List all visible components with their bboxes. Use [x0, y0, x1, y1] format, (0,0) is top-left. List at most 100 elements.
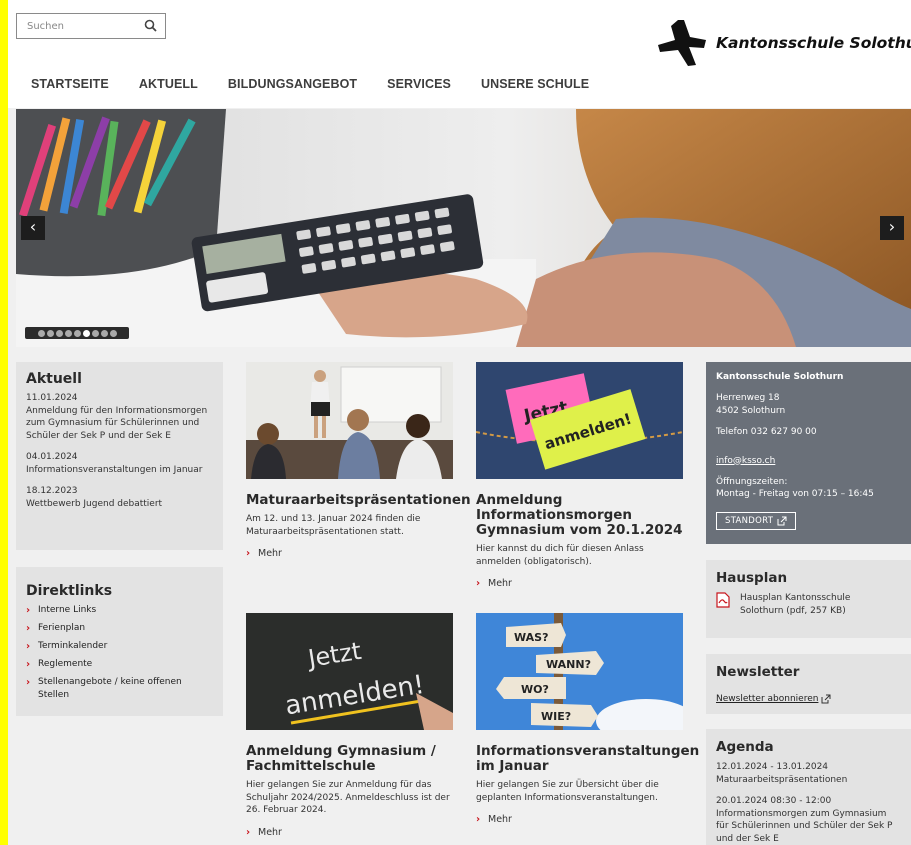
card-title-line[interactable]: im Januar	[476, 758, 549, 774]
card-title[interactable]: Anmeldung Gymnasium / Fachmittelschule	[246, 744, 453, 774]
more-link[interactable]: › Mehr	[246, 547, 453, 560]
card-title-line[interactable]: Anmeldung Gymnasium /	[246, 743, 436, 759]
more-link[interactable]: › Mehr	[476, 577, 683, 590]
header: Kantonsschule Solothurn STARTSEITE AKTUE…	[8, 0, 911, 108]
chevron-right-icon: ›	[476, 814, 481, 825]
agenda-entry[interactable]: 20.01.2024 08:30 - 12:00 Informationsmor…	[716, 795, 901, 845]
chevron-right-icon: ›	[26, 677, 31, 688]
slider-dot[interactable]	[64, 329, 72, 337]
card-image-presentation[interactable]	[246, 362, 453, 479]
more-label[interactable]: Mehr	[258, 548, 282, 559]
standort-button[interactable]: STANDORT	[716, 511, 797, 530]
newsletter-subscribe-link[interactable]: Newsletter abonnieren	[716, 694, 831, 704]
card-title-line[interactable]: Informationsveranstaltungen	[476, 743, 699, 759]
direktlink-item[interactable]: › Reglemente	[26, 658, 213, 671]
direktlink-label[interactable]: Stellenangebote / keine offenen Stellen	[38, 676, 213, 702]
more-label[interactable]: Mehr	[488, 578, 512, 589]
aktuell-date: 04.01.2024	[26, 452, 78, 462]
hausplan-file-line[interactable]: Solothurn (pdf, 257 KB)	[740, 606, 846, 616]
slider-dot[interactable]	[55, 329, 63, 337]
nav-item-startseite[interactable]: STARTSEITE	[31, 77, 109, 91]
contact-city: 4502 Solothurn	[716, 405, 786, 416]
agenda-date: 12.01.2024 - 13.01.2024	[716, 762, 829, 772]
more-label[interactable]: Mehr	[258, 827, 282, 838]
direktlink-label[interactable]: Terminkalender	[38, 640, 107, 653]
aktuell-text[interactable]: Informationsveranstaltungen im Januar	[26, 464, 213, 477]
hausplan-file-link[interactable]: Hausplan Kantonsschule Solothurn (pdf, 2…	[716, 592, 901, 617]
direktlink-label[interactable]: Ferienplan	[38, 622, 85, 635]
slider-dot[interactable]	[109, 329, 117, 337]
slider-dot[interactable]	[73, 329, 81, 337]
standort-label[interactable]: STANDORT	[725, 516, 773, 526]
more-link[interactable]: › Mehr	[246, 826, 453, 839]
hero-image	[16, 109, 911, 347]
aktuell-entry[interactable]: 11.01.2024 Anmeldung für den Information…	[26, 392, 213, 442]
hero-slider: ‹ ›	[16, 109, 911, 347]
agenda-text[interactable]: für Schülerinnen und Schüler der Sek P	[716, 820, 901, 833]
aktuell-text[interactable]: Anmeldung für den Informationsmorgen zum…	[26, 405, 213, 443]
card-image-jetzt-anmelden-notes[interactable]: Jetzt anmelden!	[476, 362, 683, 479]
chevron-right-icon: ›	[476, 578, 481, 589]
card-text: Am 12. und 13. Januar 2024 finden die Ma…	[246, 513, 453, 538]
slider-dot[interactable]	[91, 329, 99, 337]
hausplan-file-line[interactable]: Hausplan Kantonsschule	[740, 593, 850, 603]
slider-dot[interactable]	[46, 329, 54, 337]
card-text: Hier gelangen Sie zur Übersicht über die…	[476, 779, 683, 804]
agenda-entry[interactable]: 12.01.2024 - 13.01.2024 Maturaarbeitsprä…	[716, 761, 901, 786]
nav-item-bildungsangebot[interactable]: BILDUNGSANGEBOT	[228, 77, 357, 91]
contact-box: Kantonsschule Solothurn Herrenweg 18 450…	[706, 362, 911, 544]
card-title-line[interactable]: Fachmittelschule	[246, 758, 376, 774]
slider-dot[interactable]	[100, 329, 108, 337]
more-link[interactable]: › Mehr	[476, 813, 683, 826]
card-title-line[interactable]: Gymnasium vom 20.1.2024	[476, 522, 683, 538]
card-text-line: Hier gelangen Sie zur Anmeldung für das	[246, 780, 432, 790]
direktlinks-title: Direktlinks	[26, 583, 113, 599]
aktuell-title: Aktuell	[26, 371, 82, 387]
logo[interactable]: Kantonsschule Solothurn	[656, 20, 911, 66]
logo-text: Kantonsschule Solothurn	[716, 34, 911, 52]
aktuell-entry[interactable]: 04.01.2024 Informationsveranstaltungen i…	[26, 451, 213, 476]
nav-item-aktuell[interactable]: AKTUELL	[139, 77, 198, 91]
chevron-right-icon: ›	[26, 641, 31, 652]
slider-prev-button[interactable]: ‹	[21, 216, 45, 240]
agenda-text[interactable]: und der Sek E	[716, 833, 901, 845]
direktlink-item[interactable]: › Terminkalender	[26, 640, 213, 653]
nav-item-services[interactable]: SERVICES	[387, 77, 451, 91]
slider-dot[interactable]	[37, 329, 45, 337]
page: Kantonsschule Solothurn STARTSEITE AKTUE…	[8, 0, 911, 845]
image-text: WIE?	[541, 710, 571, 723]
pdf-icon	[716, 592, 730, 608]
direktlink-item[interactable]: › Ferienplan	[26, 622, 213, 635]
nav-item-unsere-schule[interactable]: UNSERE SCHULE	[481, 77, 589, 91]
search-icon[interactable]	[143, 18, 159, 34]
aktuell-text[interactable]: Wettbewerb Jugend debattiert	[26, 498, 213, 511]
agenda-text[interactable]: Maturaarbeitspräsentationen	[716, 774, 901, 787]
direktlink-item[interactable]: › Interne Links	[26, 604, 213, 617]
newsletter-link-label[interactable]: Newsletter abonnieren	[716, 694, 818, 704]
slider-next-button[interactable]: ›	[880, 216, 904, 240]
card-image-chalkboard[interactable]: Jetzt anmelden!	[246, 613, 453, 730]
card-title[interactable]: Maturaarbeitspräsentationen	[246, 493, 471, 508]
slider-dot-active[interactable]	[82, 329, 90, 337]
card-title[interactable]: Informationsveranstaltungen im Januar	[476, 744, 699, 774]
search-box[interactable]	[16, 13, 166, 39]
aktuell-entry[interactable]: 18.12.2023 Wettbewerb Jugend debattiert	[26, 485, 213, 510]
search-input[interactable]	[17, 14, 132, 39]
card-title-line[interactable]: Anmeldung	[476, 492, 562, 508]
card-title-line[interactable]: Informationsmorgen	[476, 507, 632, 523]
contact-phone: Telefon 032 627 90 00	[716, 427, 817, 437]
card-image-signpost[interactable]: WAS? WANN? WO? WIE?	[476, 613, 683, 730]
card-text-line: Schuljahr 2024/2025. Anmeldeschluss ist …	[246, 792, 450, 803]
direktlink-item[interactable]: › Stellenangebote / keine offenen Stellen	[26, 676, 213, 702]
contact-title: Kantonsschule Solothurn	[716, 372, 844, 382]
more-label[interactable]: Mehr	[488, 814, 512, 825]
direktlink-label[interactable]: Reglemente	[38, 658, 92, 671]
card-title-line[interactable]: Maturaarbeitspräsentationen	[246, 492, 471, 508]
card-title[interactable]: Anmeldung Informationsmorgen Gymnasium v…	[476, 493, 683, 538]
card-text-line: anmelden (obligatorisch).	[476, 556, 592, 567]
agenda-text[interactable]: Informationsmorgen zum Gymnasium	[716, 808, 901, 821]
contact-email-link[interactable]: info@ksso.ch	[716, 456, 775, 466]
card-text-line: geplanten Informationsveranstaltungen.	[476, 792, 658, 803]
direktlink-label[interactable]: Interne Links	[38, 604, 96, 617]
slider-dots	[25, 327, 129, 339]
